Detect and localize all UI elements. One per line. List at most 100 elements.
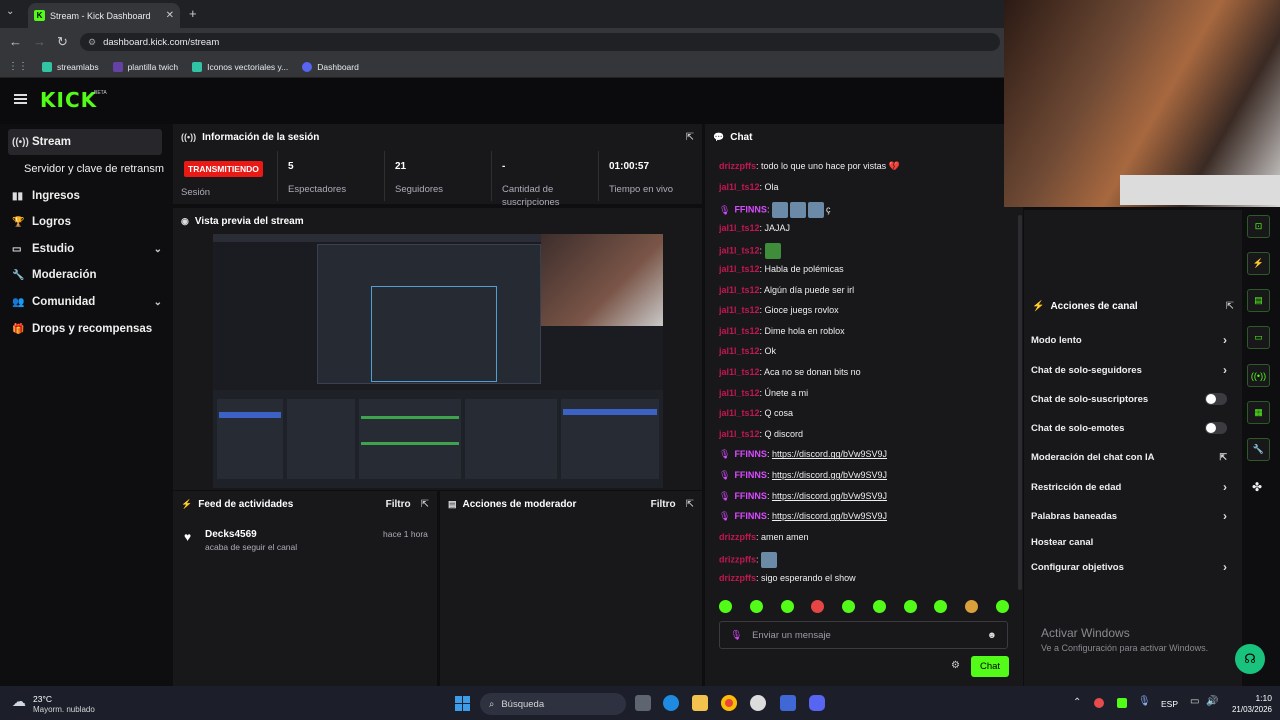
file-explorer-icon[interactable]: [692, 695, 708, 711]
kick-logo[interactable]: KICK: [40, 88, 97, 112]
emote-icon[interactable]: [749, 600, 763, 613]
activity-user[interactable]: Decks4569: [205, 529, 257, 540]
rail-extension-icon[interactable]: ✤: [1252, 480, 1262, 494]
chat-username[interactable]: jal1l_ts12: [719, 246, 760, 256]
chat-link[interactable]: https://discord.gg/bVw9SV9J: [772, 511, 887, 521]
support-headset-icon[interactable]: ☊: [1235, 644, 1265, 674]
sidebar-item-moderacion[interactable]: 🔧 Moderación: [8, 262, 162, 288]
chat-username[interactable]: FFINNS: [734, 511, 767, 521]
tray-app-icon[interactable]: [1094, 698, 1104, 708]
new-tab-icon[interactable]: +: [189, 6, 197, 21]
sidebar-item-server-key[interactable]: Servidor y clave de retransm: [24, 156, 174, 182]
action-age-restriction[interactable]: Restricción de edad ›: [1031, 477, 1227, 497]
tray-language[interactable]: ESP: [1161, 699, 1178, 709]
chat-link[interactable]: https://discord.gg/bVw9SV9J: [772, 491, 887, 501]
emote-icon[interactable]: [780, 600, 794, 613]
browser-tab[interactable]: K Stream - Kick Dashboard ✕: [28, 3, 180, 28]
chat-username[interactable]: jal1l_ts12: [719, 326, 760, 336]
rail-wrench-icon[interactable]: 🔧: [1247, 438, 1270, 461]
moderator-filter-button[interactable]: Filtro: [651, 499, 676, 510]
emote-icon[interactable]: [842, 600, 856, 613]
menu-icon[interactable]: [14, 94, 27, 104]
action-followers-only[interactable]: Chat de solo-seguidores ›: [1031, 360, 1227, 380]
action-slow-mode[interactable]: Modo lento ›: [1031, 330, 1227, 350]
action-goals[interactable]: Configurar objetivos ›: [1031, 557, 1227, 577]
apps-grid-icon[interactable]: ⋮⋮: [8, 61, 28, 72]
chat-username[interactable]: drizzpffs: [719, 532, 756, 542]
chat-username[interactable]: jal1l_ts12: [719, 346, 760, 356]
tray-chevron-up-icon[interactable]: ⌃: [1073, 697, 1081, 708]
rail-printer-icon[interactable]: ▦: [1247, 401, 1270, 424]
sidebar-item-drops[interactable]: 🎁 Drops y recompensas: [8, 316, 162, 342]
sidebar-item-comunidad[interactable]: 👥 Comunidad ⌄: [8, 289, 162, 315]
site-settings-icon[interactable]: ⚙: [88, 37, 96, 48]
chrome-icon[interactable]: [721, 695, 737, 711]
rail-chat-icon[interactable]: ▭: [1247, 326, 1270, 349]
chat-username[interactable]: drizzpffs: [719, 161, 756, 171]
chat-username[interactable]: FFINNS: [734, 491, 767, 501]
emote-icon[interactable]: [872, 600, 886, 613]
chat-username[interactable]: jal1l_ts12: [719, 305, 760, 315]
chat-username[interactable]: FFINNS: [734, 449, 767, 459]
obs-icon[interactable]: [750, 695, 766, 711]
tab-search-icon[interactable]: ⌄: [6, 6, 14, 17]
chat-username[interactable]: drizzpffs: [719, 573, 756, 583]
sidebar-item-logros[interactable]: 🏆 Logros: [8, 209, 162, 235]
popout-icon[interactable]: ⇱: [1226, 301, 1234, 312]
popout-icon[interactable]: ⇱: [421, 499, 429, 510]
forward-icon[interactable]: →: [33, 34, 46, 49]
bookmark-streamlabs[interactable]: streamlabs: [42, 61, 99, 72]
sidebar-item-ingresos[interactable]: ▮▮ Ingresos: [8, 183, 162, 209]
action-banned-words[interactable]: Palabras baneadas ›: [1031, 506, 1227, 526]
close-tab-icon[interactable]: ✕: [166, 10, 174, 21]
edge-icon[interactable]: [663, 695, 679, 711]
discord-icon[interactable]: [809, 695, 825, 711]
address-bar[interactable]: ⚙ dashboard.kick.com/stream: [80, 33, 1000, 51]
stream-preview-video[interactable]: [213, 234, 663, 488]
emote-icon[interactable]: [811, 600, 825, 613]
app-icon[interactable]: [780, 695, 796, 711]
tray-app-icon[interactable]: [1117, 698, 1127, 708]
reload-icon[interactable]: ↻: [57, 34, 68, 50]
chat-username[interactable]: jal1l_ts12: [719, 182, 760, 192]
tray-volume-icon[interactable]: 🔊: [1206, 696, 1218, 707]
tray-mic-icon[interactable]: 🎙: [1138, 696, 1151, 707]
rail-document-icon[interactable]: ▤: [1247, 289, 1270, 312]
subscribers-only-toggle[interactable]: [1205, 393, 1227, 405]
taskbar-search-box[interactable]: ⌕ Búsqueda: [480, 693, 626, 715]
back-icon[interactable]: ←: [9, 34, 22, 49]
emote-icon[interactable]: [965, 600, 979, 613]
emoji-icon[interactable]: ☻: [987, 630, 997, 641]
task-view-icon[interactable]: [635, 695, 651, 711]
emote-icon[interactable]: [995, 600, 1009, 613]
chat-username[interactable]: jal1l_ts12: [719, 285, 760, 295]
windows-start-icon[interactable]: [455, 696, 470, 711]
emote-icon[interactable]: [719, 600, 732, 613]
sidebar-item-estudio[interactable]: ▭ Estudio ⌄: [8, 236, 162, 262]
bookmark-dashboard[interactable]: Dashboard: [302, 61, 359, 72]
chat-username[interactable]: jal1l_ts12: [719, 429, 760, 439]
emotes-only-toggle[interactable]: [1205, 422, 1227, 434]
chat-username[interactable]: jal1l_ts12: [719, 388, 760, 398]
rail-broadcast-icon[interactable]: ((•)): [1247, 364, 1270, 387]
chat-username[interactable]: FFINNS: [734, 470, 767, 480]
chat-username[interactable]: jal1l_ts12: [719, 408, 760, 418]
clock-time[interactable]: 1:10: [1226, 693, 1272, 703]
tray-network-icon[interactable]: ▭: [1190, 696, 1199, 707]
chat-message-input[interactable]: 🎙 Enviar un mensaje ☻: [719, 621, 1008, 649]
chat-scrollbar[interactable]: [1018, 215, 1022, 590]
emote-icon[interactable]: [903, 600, 917, 613]
chat-username[interactable]: jal1l_ts12: [719, 223, 760, 233]
chat-link[interactable]: https://discord.gg/bVw9SV9J: [772, 449, 887, 459]
chat-username[interactable]: drizzpffs: [719, 555, 756, 565]
chat-settings-gear-icon[interactable]: ⚙: [951, 660, 960, 671]
action-ai-moderation[interactable]: Moderación del chat con IA ⇱: [1031, 447, 1227, 467]
bookmark-iconos[interactable]: Iconos vectoriales y...: [192, 61, 288, 72]
popout-icon[interactable]: ⇱: [686, 132, 694, 143]
chat-username[interactable]: jal1l_ts12: [719, 264, 760, 274]
sidebar-item-stream[interactable]: ((•)) Stream: [8, 129, 162, 155]
clock-date[interactable]: 21/03/2026: [1222, 705, 1272, 714]
activity-filter-button[interactable]: Filtro: [386, 499, 411, 510]
emote-icon[interactable]: [934, 600, 948, 613]
chat-link[interactable]: https://discord.gg/bVw9SV9J: [772, 470, 887, 480]
